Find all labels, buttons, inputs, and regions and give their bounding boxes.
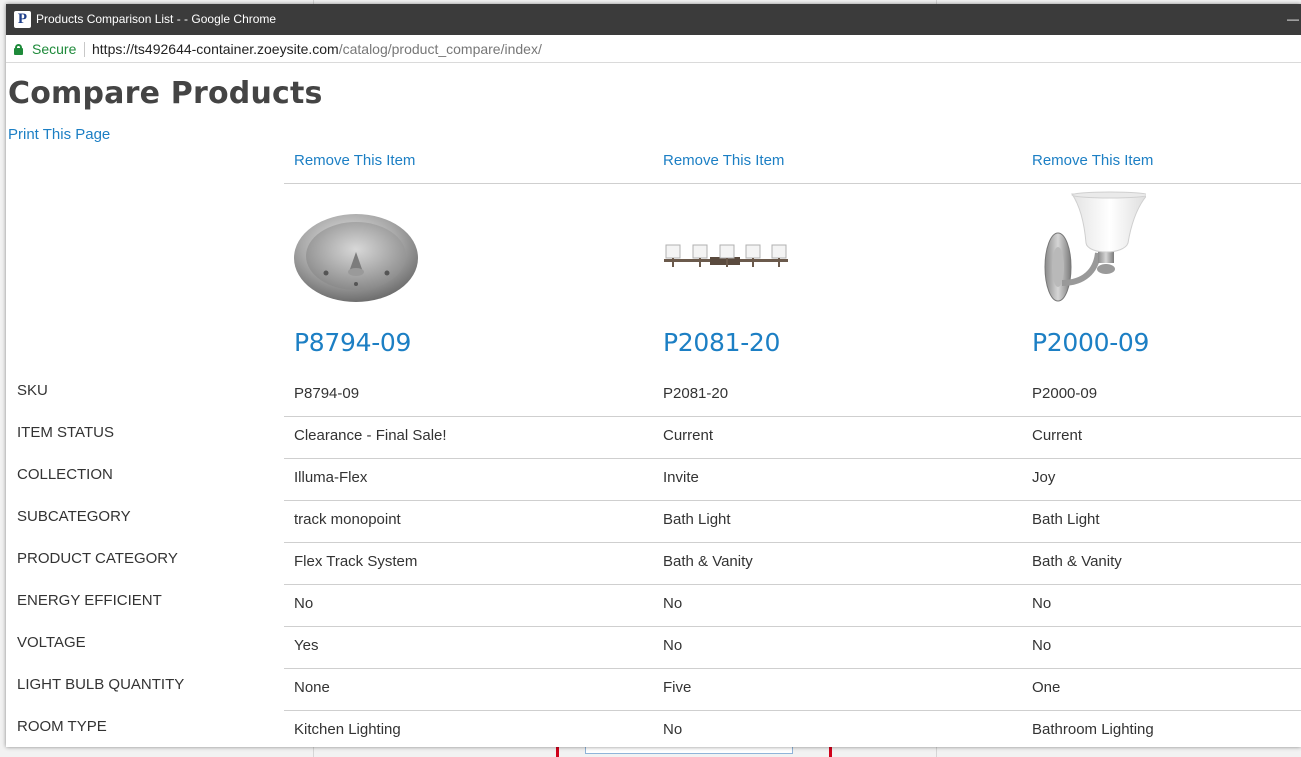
remove-item-link[interactable]: Remove This Item (1032, 151, 1153, 171)
minimize-button[interactable]: — (1287, 12, 1301, 26)
attribute-row: SKU P8794-09 P2081-20 P2000-09 (6, 375, 1301, 417)
url-path: /catalog/product_compare/index/ (338, 41, 542, 57)
attribute-label: SKU (17, 382, 48, 399)
attribute-row: LIGHT BULB QUANTITY None Five One (6, 669, 1301, 711)
window-titlebar[interactable]: P Products Comparison List - - Google Ch… (6, 4, 1301, 35)
attribute-value: One (1032, 679, 1061, 696)
attribute-value: No (1032, 637, 1052, 654)
wall-sconce-image[interactable] (1044, 191, 1146, 321)
attribute-label: VOLTAGE (17, 634, 86, 651)
attribute-label: LIGHT BULB QUANTITY (17, 676, 185, 693)
attribute-row: ROOM TYPE Kitchen Lighting No Bathroom Ligh… (6, 711, 1301, 747)
browser-popup-window: P Products Comparison List - - Google Ch… (6, 4, 1301, 747)
attribute-value: No (294, 595, 314, 612)
attribute-value: No (663, 721, 683, 738)
address-separator (84, 42, 85, 57)
window-title: Products Comparison List - - Google Chro… (36, 12, 277, 26)
remove-item-link[interactable]: Remove This Item (663, 151, 784, 171)
attribute-value: No (1032, 595, 1052, 612)
attribute-row: ITEM STATUS Clearance - Final Sale! Curren… (6, 417, 1301, 459)
attribute-value: P8794-09 (294, 385, 360, 402)
security-label[interactable]: Secure (32, 41, 76, 57)
attribute-value: Joy (1032, 469, 1056, 486)
product-name-link[interactable]: P2081-20 (663, 327, 780, 359)
attribute-row: VOLTAGE Yes No No (6, 627, 1301, 669)
attribute-row: ENERGY EFFICIENT No No No (6, 585, 1301, 627)
attribute-value: Five (663, 679, 692, 696)
url-host: ts492644-container.zoeysite.com (134, 41, 339, 57)
attribute-label: ITEM STATUS (17, 424, 114, 441)
page-title: Compare Products (8, 76, 323, 111)
attribute-value: Kitchen Lighting (294, 721, 401, 738)
attribute-value: Bath & Vanity (663, 553, 753, 570)
attribute-label: SUBCATEGORY (17, 508, 131, 525)
attribute-value: Illuma-Flex (294, 469, 368, 486)
lock-icon (14, 44, 23, 55)
attribute-value: Current (1032, 427, 1083, 444)
attribute-value: P2081-20 (663, 385, 729, 402)
attribute-label: PRODUCT CATEGORY (17, 550, 178, 567)
address-bar[interactable]: Secure https://ts492644-container.zoeysi… (6, 35, 1301, 63)
remove-item-link[interactable]: Remove This Item (294, 151, 415, 171)
vanity-light-image[interactable] (662, 239, 790, 271)
compare-page: Compare Products Print This Page Remove … (6, 63, 1301, 747)
attribute-value: Bath Light (663, 511, 731, 528)
site-favicon-icon: P (14, 11, 31, 28)
attribute-value: Current (663, 427, 714, 444)
attribute-value: None (294, 679, 330, 696)
url-scheme: https:// (92, 41, 135, 57)
product-name-link[interactable]: P2000-09 (1032, 327, 1149, 359)
attribute-value: Bath Light (1032, 511, 1100, 528)
attribute-row: PRODUCT CATEGORY Flex Track System Bath & … (6, 543, 1301, 585)
attribute-value: Invite (663, 469, 699, 486)
print-page-link[interactable]: Print This Page (8, 125, 110, 145)
attribute-value: Bathroom Lighting (1032, 721, 1154, 738)
attribute-value: No (663, 595, 683, 612)
attribute-value: Flex Track System (294, 553, 418, 570)
attribute-label: COLLECTION (17, 466, 113, 483)
header-divider (284, 183, 1301, 184)
attribute-value: track monopoint (294, 511, 401, 528)
attribute-row: COLLECTION Illuma-Flex Invite Joy (6, 459, 1301, 501)
attribute-label: ROOM TYPE (17, 718, 107, 735)
attribute-row: SUBCATEGORY track monopoint Bath Light Bath… (6, 501, 1301, 543)
attribute-value: Bath & Vanity (1032, 553, 1122, 570)
product-name-link[interactable]: P8794-09 (294, 327, 411, 359)
attribute-value: Yes (294, 637, 319, 654)
attribute-value: No (663, 637, 683, 654)
attribute-value: P2000-09 (1032, 385, 1098, 402)
url-text[interactable]: https://ts492644-container.zoeysite.com/… (92, 41, 542, 57)
attribute-value: Clearance - Final Sale! (294, 427, 447, 444)
canopy-fixture-image[interactable] (293, 206, 421, 306)
attribute-label: ENERGY EFFICIENT (17, 592, 162, 609)
